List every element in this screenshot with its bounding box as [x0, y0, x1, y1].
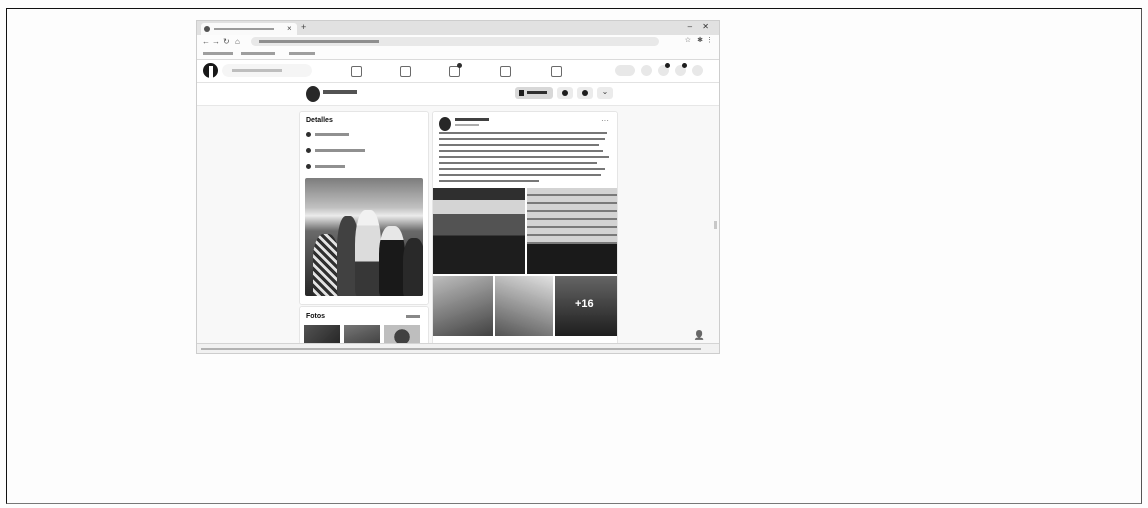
post-body-line — [439, 168, 605, 170]
details-title: Detalles — [306, 117, 333, 124]
post-photo[interactable] — [527, 188, 617, 274]
back-icon[interactable]: ← — [202, 37, 210, 46]
friend-button[interactable] — [557, 87, 573, 99]
menu-icon[interactable] — [641, 65, 652, 76]
post-body-line — [439, 180, 539, 182]
home-icon[interactable] — [351, 66, 362, 77]
browser-tabbar: × + – ✕ — [197, 21, 719, 35]
address-bar[interactable] — [251, 37, 659, 46]
more-options-button[interactable]: ⌄ — [597, 87, 613, 99]
post-body-line — [439, 150, 603, 152]
follow-icon — [582, 90, 588, 96]
post-photo[interactable]: +16 — [555, 276, 617, 336]
post-author[interactable] — [455, 118, 489, 121]
messenger-icon — [519, 90, 524, 96]
friend-icon — [562, 90, 568, 96]
post-photo[interactable] — [433, 276, 493, 336]
post-more-icon[interactable]: ··· — [601, 116, 609, 125]
account-icon[interactable] — [692, 65, 703, 76]
favicon-icon — [204, 26, 210, 32]
post-timestamp[interactable] — [455, 124, 479, 126]
profile-shortcut[interactable] — [615, 65, 635, 76]
facebook-logo-icon[interactable] — [203, 63, 218, 78]
bookmark-item[interactable] — [289, 52, 315, 55]
home-icon[interactable]: ⌂ — [235, 37, 240, 46]
browser-toolbar: ← → ↻ ⌂ ☆ ✱ ⋮ — [197, 35, 719, 49]
browser-tab[interactable]: × — [201, 23, 297, 35]
post-card: ··· +16 — [432, 111, 618, 353]
details-row-text — [315, 133, 349, 136]
window-controls[interactable]: – ✕ — [688, 22, 713, 31]
avatar[interactable] — [439, 117, 451, 131]
photo-person — [403, 238, 423, 296]
tab-title — [214, 28, 274, 30]
groups-icon[interactable] — [551, 66, 562, 77]
search-placeholder — [232, 69, 282, 72]
photo-truck-shadow — [527, 244, 617, 274]
post-body-line — [439, 132, 607, 134]
photo-person — [379, 226, 405, 296]
scrollbar[interactable] — [714, 221, 717, 229]
tab-close-icon[interactable]: × — [287, 24, 292, 33]
person-add-icon[interactable]: 👤 — [694, 330, 705, 341]
menu-icon[interactable]: ⋮ — [706, 36, 713, 44]
post-body-line — [439, 162, 597, 164]
photos-title: Fotos — [306, 313, 326, 320]
screenshot-window: × + – ✕ ← → ↻ ⌂ ☆ ✱ ⋮ ⌄ Detalles Fotos ·… — [196, 20, 720, 354]
star-icon[interactable]: ☆ — [685, 36, 691, 44]
clock-icon — [306, 148, 311, 153]
post-photo[interactable] — [495, 276, 553, 336]
follow-button[interactable] — [577, 87, 593, 99]
post-body-line — [439, 174, 601, 176]
message-button-label — [527, 91, 547, 94]
message-button[interactable] — [515, 87, 553, 99]
facebook-topnav — [197, 60, 719, 83]
details-row-text — [315, 165, 345, 168]
post-body-line — [439, 156, 609, 158]
forward-icon[interactable]: → — [212, 37, 220, 46]
post-photo[interactable] — [433, 188, 525, 274]
work-icon — [306, 132, 311, 137]
photo-person — [355, 210, 381, 296]
messenger-badge — [665, 63, 670, 68]
see-all-photos-link[interactable] — [406, 315, 420, 318]
bookmarks-bar — [197, 49, 719, 60]
new-tab-button[interactable]: + — [301, 22, 306, 32]
featured-photo[interactable] — [305, 178, 423, 296]
details-row-text — [315, 149, 365, 152]
avatar[interactable] — [306, 86, 320, 102]
browser-statusbar: 👤 — [197, 330, 719, 353]
profile-name[interactable] — [323, 90, 357, 94]
reload-icon[interactable]: ↻ — [223, 37, 230, 46]
url-text — [259, 40, 379, 43]
marketplace-icon[interactable] — [500, 66, 511, 77]
followers-icon — [306, 164, 311, 169]
post-body-line — [439, 138, 605, 140]
friends-icon[interactable] — [400, 66, 411, 77]
post-body-line — [439, 144, 599, 146]
notifications-badge — [682, 63, 687, 68]
status-url — [201, 348, 701, 350]
search-input[interactable] — [222, 64, 312, 77]
notification-badge — [457, 63, 462, 68]
more-photos-count: +16 — [575, 298, 594, 310]
bookmark-item[interactable] — [203, 52, 233, 55]
extensions-icon[interactable]: ✱ — [697, 36, 703, 44]
bookmark-item[interactable] — [241, 52, 275, 55]
details-card: Detalles — [299, 111, 429, 305]
profile-header: ⌄ — [197, 83, 719, 106]
photo-person — [313, 234, 339, 296]
